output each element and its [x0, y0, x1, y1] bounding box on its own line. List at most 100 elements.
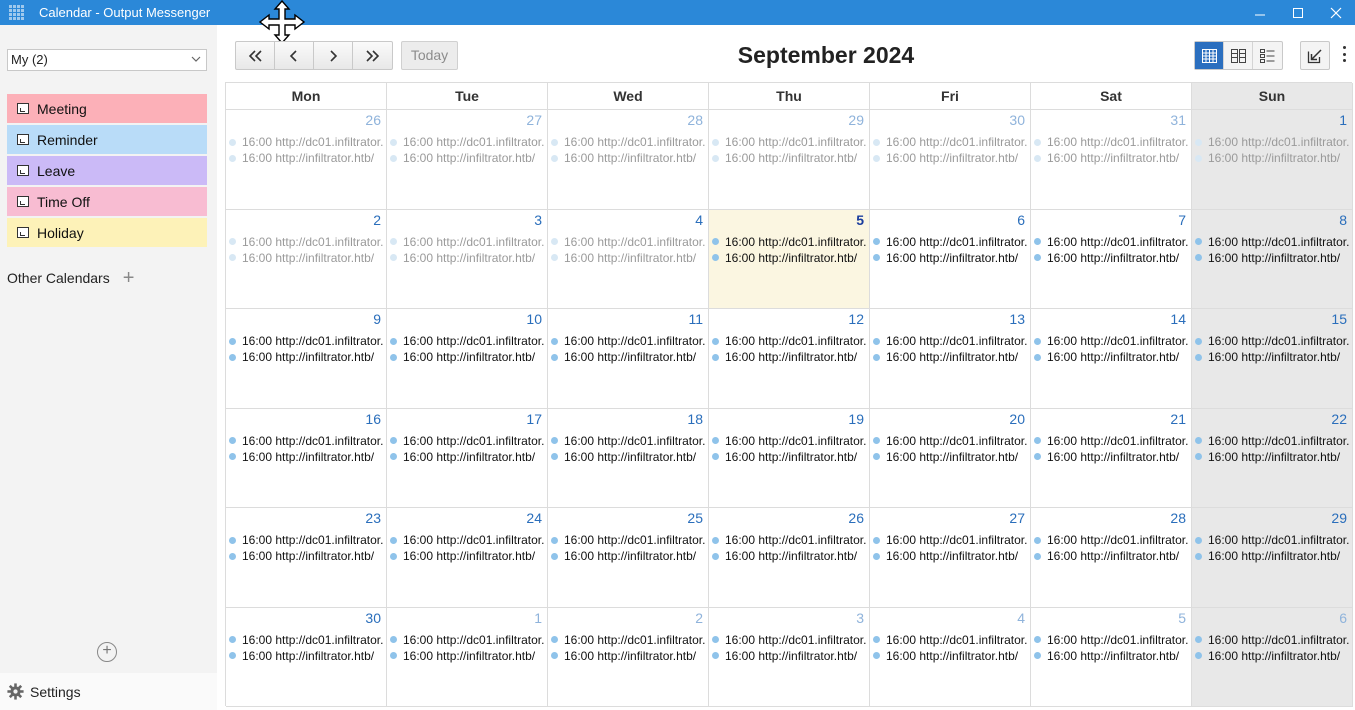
calendar-event[interactable]: 16:00 http://infiltrator.htb/ — [1034, 449, 1191, 465]
calendar-event[interactable]: 16:00 http://dc01.infiltrator. — [390, 333, 547, 349]
calendar-event[interactable]: 16:00 http://infiltrator.htb/ — [1034, 250, 1191, 266]
calendar-event[interactable]: 16:00 http://infiltrator.htb/ — [873, 449, 1030, 465]
calendar-event[interactable]: 16:00 http://dc01.infiltrator. — [873, 532, 1030, 548]
calendar-event[interactable]: 16:00 http://infiltrator.htb/ — [390, 648, 547, 664]
day-cell[interactable]: 26 16:00 http://dc01.infiltrator. 16:00 ht… — [709, 508, 870, 608]
close-button[interactable] — [1317, 0, 1355, 25]
calendar-event[interactable]: 16:00 http://dc01.infiltrator. — [1034, 234, 1191, 250]
calendar-event[interactable]: 16:00 http://infiltrator.htb/ — [229, 548, 386, 564]
calendar-event[interactable]: 16:00 http://infiltrator.htb/ — [551, 648, 708, 664]
day-cell[interactable]: 8 16:00 http://dc01.infiltrator. 16:00 htt… — [1192, 209, 1353, 309]
calendar-event[interactable]: 16:00 http://infiltrator.htb/ — [390, 250, 547, 266]
day-cell[interactable]: 13 16:00 http://dc01.infiltrator. 16:00 ht… — [870, 309, 1031, 409]
day-cell[interactable]: 10 16:00 http://dc01.infiltrator. 16:00 ht… — [387, 309, 548, 409]
day-cell[interactable]: 4 16:00 http://dc01.infiltrator. 16:00 htt… — [870, 607, 1031, 707]
day-cell[interactable]: 21 16:00 http://dc01.infiltrator. 16:00 ht… — [1031, 408, 1192, 508]
next-year-button[interactable] — [353, 42, 392, 69]
calendar-event[interactable]: 16:00 http://dc01.infiltrator. — [390, 134, 547, 150]
day-cell[interactable]: 2 16:00 http://dc01.infiltrator. 16:00 htt… — [226, 209, 387, 309]
list-view-button[interactable] — [1253, 42, 1282, 69]
category-holiday[interactable]: Holiday — [7, 218, 207, 247]
checkbox-icon[interactable] — [17, 134, 29, 145]
calendar-event[interactable]: 16:00 http://infiltrator.htb/ — [1195, 449, 1352, 465]
calendar-event[interactable]: 16:00 http://dc01.infiltrator. — [229, 632, 386, 648]
calendar-event[interactable]: 16:00 http://infiltrator.htb/ — [551, 250, 708, 266]
calendar-event[interactable]: 16:00 http://infiltrator.htb/ — [229, 150, 386, 166]
day-cell[interactable]: 1 16:00 http://dc01.infiltrator. 16:00 htt… — [387, 607, 548, 707]
more-options-icon[interactable] — [1340, 44, 1348, 64]
calendar-event[interactable]: 16:00 http://dc01.infiltrator. — [1195, 134, 1352, 150]
calendar-event[interactable]: 16:00 http://infiltrator.htb/ — [551, 150, 708, 166]
checkbox-icon[interactable] — [17, 103, 29, 114]
day-cell[interactable]: 16 16:00 http://dc01.infiltrator. 16:00 ht… — [226, 408, 387, 508]
calendar-event[interactable]: 16:00 http://dc01.infiltrator. — [712, 333, 869, 349]
calendar-event[interactable]: 16:00 http://dc01.infiltrator. — [873, 333, 1030, 349]
day-cell[interactable]: 19 16:00 http://dc01.infiltrator. 16:00 ht… — [709, 408, 870, 508]
calendar-event[interactable]: 16:00 http://infiltrator.htb/ — [229, 349, 386, 365]
day-cell[interactable]: 29 16:00 http://dc01.infiltrator. 16:00 ht… — [1192, 508, 1353, 608]
today-button[interactable]: Today — [401, 41, 458, 70]
maximize-button[interactable] — [1279, 0, 1317, 25]
calendar-event[interactable]: 16:00 http://infiltrator.htb/ — [873, 250, 1030, 266]
calendar-event[interactable]: 16:00 http://infiltrator.htb/ — [1195, 548, 1352, 564]
calendar-event[interactable]: 16:00 http://infiltrator.htb/ — [712, 150, 869, 166]
calendar-event[interactable]: 16:00 http://dc01.infiltrator. — [229, 134, 386, 150]
minimize-button[interactable] — [1241, 0, 1279, 25]
calendar-event[interactable]: 16:00 http://dc01.infiltrator. — [873, 433, 1030, 449]
day-cell[interactable]: 23 16:00 http://dc01.infiltrator. 16:00 ht… — [226, 508, 387, 608]
calendar-event[interactable]: 16:00 http://infiltrator.htb/ — [1195, 648, 1352, 664]
day-cell[interactable]: 15 16:00 http://dc01.infiltrator. 16:00 ht… — [1192, 309, 1353, 409]
calendar-event[interactable]: 16:00 http://dc01.infiltrator. — [712, 234, 869, 250]
calendar-event[interactable]: 16:00 http://infiltrator.htb/ — [390, 150, 547, 166]
checkbox-icon[interactable] — [17, 227, 29, 238]
checkbox-icon[interactable] — [17, 165, 29, 176]
day-cell[interactable]: 14 16:00 http://dc01.infiltrator. 16:00 ht… — [1031, 309, 1192, 409]
calendar-event[interactable]: 16:00 http://dc01.infiltrator. — [551, 333, 708, 349]
calendar-event[interactable]: 16:00 http://infiltrator.htb/ — [873, 648, 1030, 664]
day-cell[interactable]: 3 16:00 http://dc01.infiltrator. 16:00 htt… — [709, 607, 870, 707]
calendar-event[interactable]: 16:00 http://dc01.infiltrator. — [712, 433, 869, 449]
day-cell[interactable]: 1 16:00 http://dc01.infiltrator. 16:00 htt… — [1192, 110, 1353, 210]
day-cell[interactable]: 6 16:00 http://dc01.infiltrator. 16:00 htt… — [1192, 607, 1353, 707]
day-cell[interactable]: 31 16:00 http://dc01.infiltrator. 16:00 ht… — [1031, 110, 1192, 210]
calendar-event[interactable]: 16:00 http://dc01.infiltrator. — [551, 532, 708, 548]
calendar-event[interactable]: 16:00 http://infiltrator.htb/ — [1195, 250, 1352, 266]
day-cell[interactable]: 7 16:00 http://dc01.infiltrator. 16:00 htt… — [1031, 209, 1192, 309]
day-cell[interactable]: 26 16:00 http://dc01.infiltrator. 16:00 ht… — [226, 110, 387, 210]
calendar-event[interactable]: 16:00 http://infiltrator.htb/ — [712, 349, 869, 365]
category-reminder[interactable]: Reminder — [7, 125, 207, 154]
calendar-event[interactable]: 16:00 http://dc01.infiltrator. — [873, 134, 1030, 150]
day-cell[interactable]: 25 16:00 http://dc01.infiltrator. 16:00 ht… — [548, 508, 709, 608]
calendar-event[interactable]: 16:00 http://dc01.infiltrator. — [712, 134, 869, 150]
calendar-event[interactable]: 16:00 http://dc01.infiltrator. — [551, 134, 708, 150]
day-cell[interactable]: 12 16:00 http://dc01.infiltrator. 16:00 ht… — [709, 309, 870, 409]
calendar-event[interactable]: 16:00 http://infiltrator.htb/ — [551, 548, 708, 564]
calendar-event[interactable]: 16:00 http://dc01.infiltrator. — [712, 532, 869, 548]
calendar-event[interactable]: 16:00 http://infiltrator.htb/ — [1034, 349, 1191, 365]
day-cell[interactable]: 27 16:00 http://dc01.infiltrator. 16:00 ht… — [387, 110, 548, 210]
settings-button[interactable]: Settings — [0, 673, 217, 710]
category-time-off[interactable]: Time Off — [7, 187, 207, 216]
day-cell[interactable]: 22 16:00 http://dc01.infiltrator. 16:00 ht… — [1192, 408, 1353, 508]
calendar-event[interactable]: 16:00 http://dc01.infiltrator. — [390, 234, 547, 250]
month-view-button[interactable] — [1195, 42, 1224, 69]
calendar-event[interactable]: 16:00 http://dc01.infiltrator. — [551, 234, 708, 250]
day-cell[interactable]: 29 16:00 http://dc01.infiltrator. 16:00 ht… — [709, 110, 870, 210]
calendar-event[interactable]: 16:00 http://infiltrator.htb/ — [712, 250, 869, 266]
calendar-event[interactable]: 16:00 http://infiltrator.htb/ — [229, 449, 386, 465]
day-cell[interactable]: 5 16:00 http://dc01.infiltrator. 16:00 htt… — [709, 209, 870, 309]
calendar-event[interactable]: 16:00 http://dc01.infiltrator. — [229, 234, 386, 250]
calendar-event[interactable]: 16:00 http://dc01.infiltrator. — [1195, 532, 1352, 548]
day-cell[interactable]: 4 16:00 http://dc01.infiltrator. 16:00 htt… — [548, 209, 709, 309]
day-cell[interactable]: 30 16:00 http://dc01.infiltrator. 16:00 ht… — [870, 110, 1031, 210]
day-cell[interactable]: 5 16:00 http://dc01.infiltrator. 16:00 htt… — [1031, 607, 1192, 707]
calendar-event[interactable]: 16:00 http://infiltrator.htb/ — [229, 250, 386, 266]
previous-month-button[interactable] — [275, 42, 314, 69]
calendar-event[interactable]: 16:00 http://infiltrator.htb/ — [1195, 349, 1352, 365]
day-cell[interactable]: 11 16:00 http://dc01.infiltrator. 16:00 ht… — [548, 309, 709, 409]
previous-year-button[interactable] — [236, 42, 275, 69]
calendar-event[interactable]: 16:00 http://infiltrator.htb/ — [1034, 548, 1191, 564]
calendar-event[interactable]: 16:00 http://infiltrator.htb/ — [873, 349, 1030, 365]
day-cell[interactable]: 6 16:00 http://dc01.infiltrator. 16:00 htt… — [870, 209, 1031, 309]
next-month-button[interactable] — [314, 42, 353, 69]
